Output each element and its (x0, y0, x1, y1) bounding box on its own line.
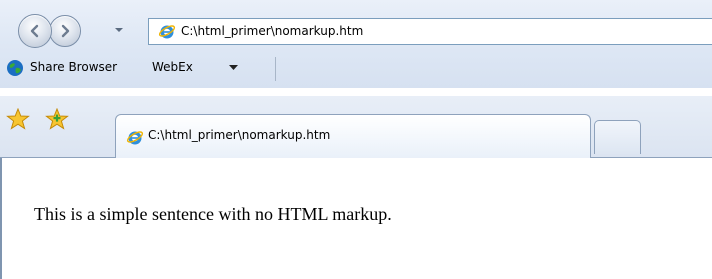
forward-button[interactable] (49, 15, 81, 47)
share-browser-link[interactable]: Share Browser (30, 60, 117, 74)
tab-nomarkup[interactable]: C:\html_primer\nomarkup.htm (115, 114, 591, 159)
forward-arrow-icon (61, 24, 70, 38)
tab-bar: C:\html_primer\nomarkup.htm (0, 96, 712, 159)
chevron-down-icon[interactable] (229, 65, 238, 71)
address-input[interactable]: C:\html_primer\nomarkup.htm (181, 24, 363, 38)
internet-explorer-icon (126, 131, 144, 145)
links-toolbar: Share Browser WebEx (0, 56, 712, 90)
back-button[interactable] (18, 14, 52, 48)
webex-menu[interactable]: WebEx (152, 60, 193, 74)
star-icon[interactable] (6, 108, 30, 130)
tab-label: C:\html_primer\nomarkup.htm (148, 128, 331, 142)
address-bar[interactable]: C:\html_primer\nomarkup.htm (148, 18, 712, 45)
body-text: This is a simple sentence with no HTML m… (34, 204, 392, 224)
back-arrow-icon (30, 24, 39, 38)
page-content: This is a simple sentence with no HTML m… (0, 158, 712, 279)
toolbar-divider (275, 57, 276, 81)
new-tab-button[interactable] (594, 120, 641, 154)
recent-pages-dropdown[interactable] (113, 24, 125, 36)
globe-icon (7, 60, 23, 76)
internet-explorer-icon (158, 25, 176, 39)
add-favorites-icon[interactable] (45, 108, 69, 130)
